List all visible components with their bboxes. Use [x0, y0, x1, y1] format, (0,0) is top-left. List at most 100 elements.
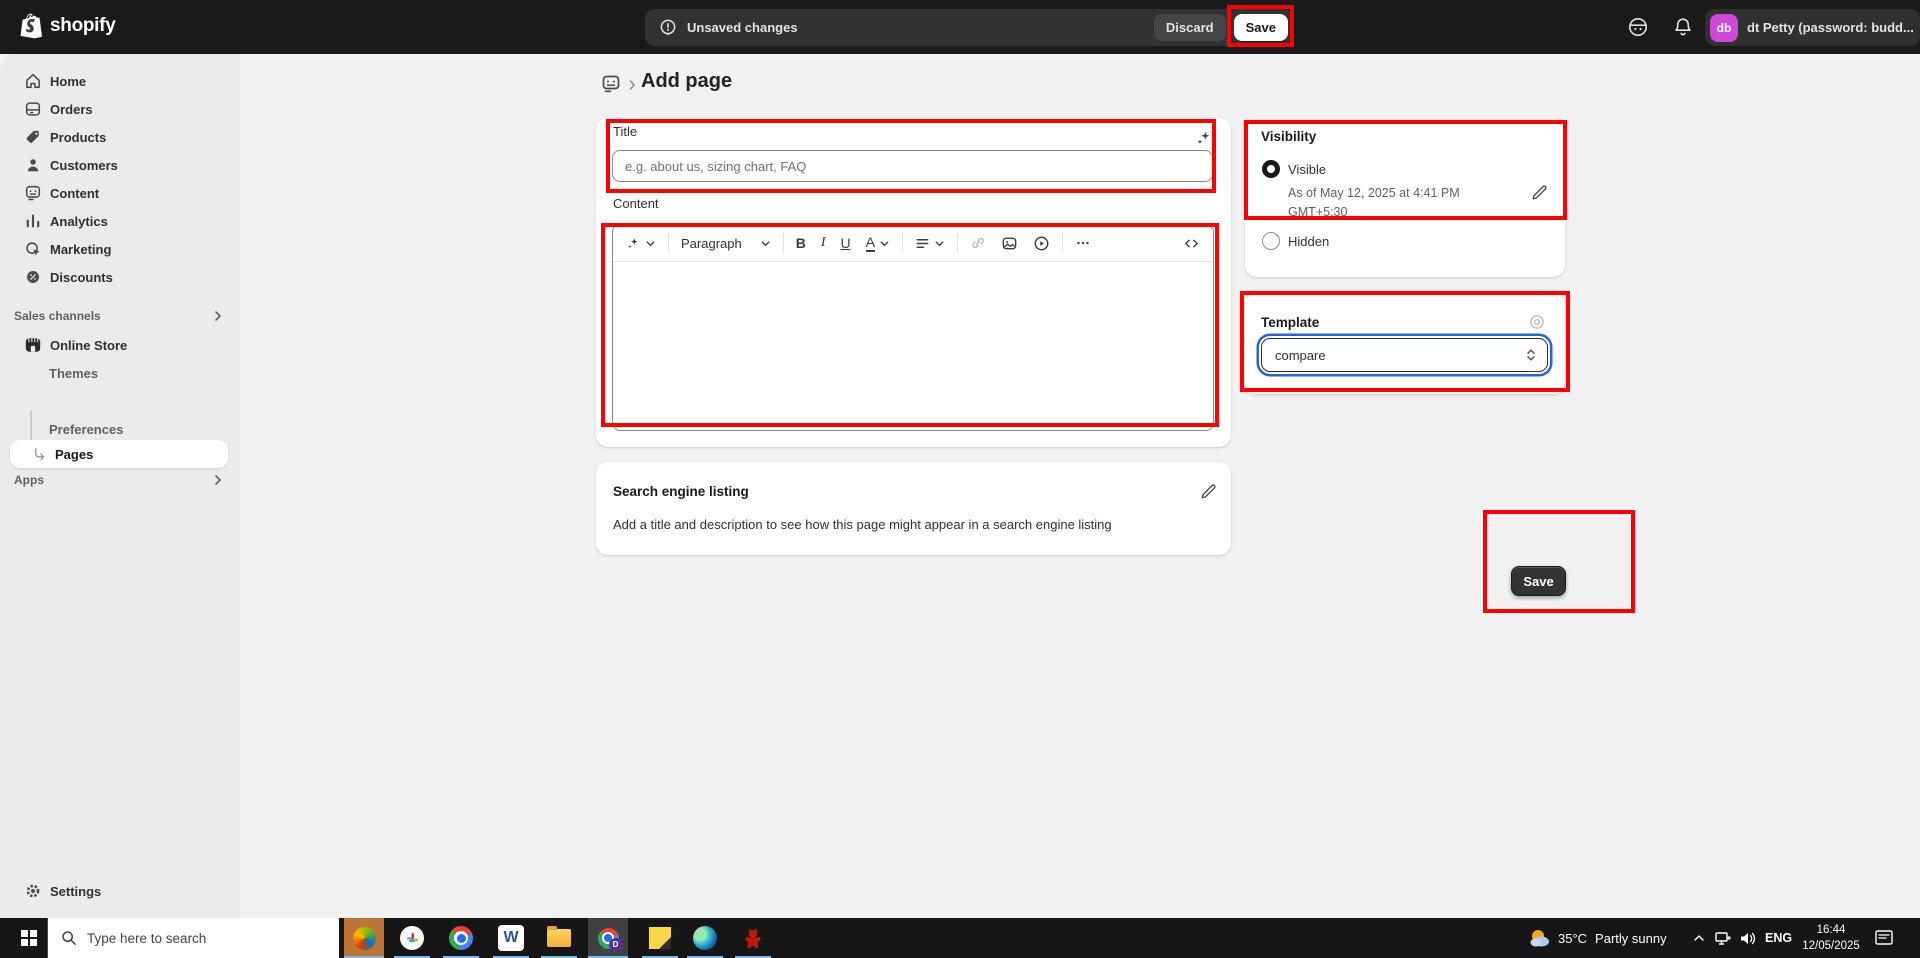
sidebar-item-customers[interactable]: Customers: [8, 151, 232, 179]
clock-time: 16:44: [1797, 922, 1865, 938]
page-title: Add page: [641, 70, 732, 93]
code-view-icon[interactable]: [1180, 232, 1203, 255]
taskbar-app-file-explorer[interactable]: [539, 918, 579, 958]
home-icon: [24, 72, 42, 90]
chrome-icon: [449, 926, 473, 950]
edit-pencil-icon[interactable]: [1199, 483, 1217, 501]
chevron-down-icon: [879, 238, 890, 249]
text-color-button[interactable]: A: [863, 232, 893, 255]
start-button[interactable]: [14, 918, 44, 958]
edge-icon: [693, 926, 717, 950]
taskbar-app-copilot[interactable]: [344, 918, 384, 958]
taskbar-app-word[interactable]: W: [491, 918, 531, 958]
content-icon: [24, 184, 42, 202]
sidekick-icon[interactable]: [1626, 15, 1650, 39]
content-label: Content: [613, 196, 659, 211]
visibility-note: As of May 12, 2025 at 4:41 PM GMT+5:30: [1288, 184, 1460, 222]
ai-sparkle-button[interactable]: [623, 233, 659, 254]
windows-logo-icon: [21, 930, 37, 946]
online-store-icon: [24, 335, 42, 355]
weather-icon: [1528, 926, 1552, 950]
taskbar-app-red-creature[interactable]: [733, 918, 773, 958]
taskbar-app-slack[interactable]: [392, 918, 432, 958]
template-select[interactable]: compare: [1261, 338, 1548, 372]
network-icon[interactable]: [1714, 918, 1732, 958]
file-explorer-icon: [547, 929, 571, 947]
editor-toolbar: Paragraph B I U A: [613, 225, 1213, 262]
sidebar-section-apps[interactable]: Apps: [10, 467, 228, 493]
magic-icon[interactable]: [1195, 129, 1213, 147]
tree-arrow-icon: [32, 447, 47, 462]
sidebar: Home Orders Products Customers Content A…: [0, 54, 240, 918]
breadcrumb-chevron-icon: [626, 79, 638, 91]
chevron-down-icon: [934, 238, 945, 249]
sidebar-section-sales-channels[interactable]: Sales channels: [10, 303, 228, 329]
sidebar-item-pages[interactable]: Pages: [10, 440, 228, 468]
italic-button[interactable]: I: [818, 232, 829, 254]
shopify-logo[interactable]: shopify: [20, 13, 115, 39]
taskbar-app-chrome-profile[interactable]: D: [588, 918, 628, 958]
shopify-bag-icon: [20, 13, 43, 39]
taskbar-clock[interactable]: 16:44 12/05/2025: [1797, 922, 1865, 954]
sidebar-item-marketing[interactable]: Marketing: [8, 235, 232, 263]
sidebar-item-themes[interactable]: Themes: [8, 359, 232, 387]
tray-chevron-up-icon[interactable]: [1692, 918, 1706, 958]
alignment-button[interactable]: [912, 233, 948, 254]
slack-icon: [400, 926, 424, 950]
weather-condition: Partly sunny: [1595, 931, 1667, 946]
sidebar-item-products[interactable]: Products: [8, 123, 232, 151]
taskbar-app-edge[interactable]: [685, 918, 725, 958]
customers-icon: [24, 156, 42, 174]
notification-center-icon[interactable]: [1874, 918, 1894, 958]
discounts-icon: [24, 268, 42, 286]
sidebar-item-analytics[interactable]: Analytics: [8, 207, 232, 235]
sidebar-item-preferences[interactable]: Preferences: [8, 415, 232, 443]
taskbar-app-sticky-notes[interactable]: [640, 918, 680, 958]
title-input[interactable]: [612, 150, 1213, 182]
content-editor-body[interactable]: [613, 262, 1213, 431]
bell-icon[interactable]: [1671, 15, 1695, 39]
edit-visibility-pencil-icon[interactable]: [1530, 184, 1548, 202]
user-name: dt Petty (password: budd...: [1747, 20, 1914, 35]
alert-bubble-icon: [658, 18, 678, 38]
avatar: db: [1710, 14, 1738, 42]
seo-card-heading: Search engine listing: [613, 484, 749, 499]
search-icon: [61, 930, 77, 946]
insert-video-icon[interactable]: [1030, 232, 1053, 255]
taskbar-search[interactable]: Type here to search: [47, 918, 339, 958]
weather-widget[interactable]: [1528, 918, 1552, 958]
underline-button[interactable]: U: [838, 232, 854, 254]
topbar-save-button[interactable]: Save: [1234, 14, 1288, 41]
hidden-radio[interactable]: [1262, 232, 1280, 250]
paragraph-style-dropdown[interactable]: Paragraph: [678, 233, 774, 254]
sidebar-item-orders[interactable]: Orders: [8, 95, 232, 123]
link-icon[interactable]: [967, 232, 989, 254]
floating-save-button[interactable]: Save: [1511, 566, 1566, 596]
insert-image-icon[interactable]: [998, 232, 1021, 255]
view-eye-icon[interactable]: [1528, 313, 1546, 331]
visible-radio-label[interactable]: Visible: [1288, 162, 1326, 177]
taskbar-app-chrome[interactable]: [441, 918, 481, 958]
analytics-icon: [24, 212, 42, 230]
seo-card-description: Add a title and description to see how t…: [613, 517, 1112, 532]
visible-radio[interactable]: [1262, 160, 1280, 178]
sidebar-item-content[interactable]: Content: [8, 179, 232, 207]
sidebar-item-settings[interactable]: Settings: [8, 877, 232, 905]
pages-breadcrumb-icon[interactable]: [601, 74, 621, 94]
weather-text[interactable]: 35°C Partly sunny: [1558, 918, 1667, 958]
sidebar-item-discounts[interactable]: Discounts: [8, 263, 232, 291]
sidebar-item-home[interactable]: Home: [8, 67, 232, 95]
taskbar-search-placeholder: Type here to search: [87, 931, 206, 946]
chevron-right-icon: [212, 474, 224, 486]
user-menu[interactable]: db dt Petty (password: budd...: [1705, 9, 1920, 46]
shopify-wordmark: shopify: [50, 15, 115, 37]
sidebar-item-online-store[interactable]: Online Store: [8, 331, 232, 359]
visibility-heading: Visibility: [1261, 129, 1316, 144]
more-options-icon[interactable]: [1072, 232, 1094, 254]
bold-button[interactable]: B: [793, 232, 809, 254]
chrome-profile-icon: D: [598, 928, 619, 949]
language-indicator[interactable]: ENG: [1765, 918, 1792, 958]
discard-button[interactable]: Discard: [1154, 14, 1226, 41]
volume-icon[interactable]: [1738, 918, 1757, 958]
hidden-radio-label[interactable]: Hidden: [1288, 234, 1329, 249]
